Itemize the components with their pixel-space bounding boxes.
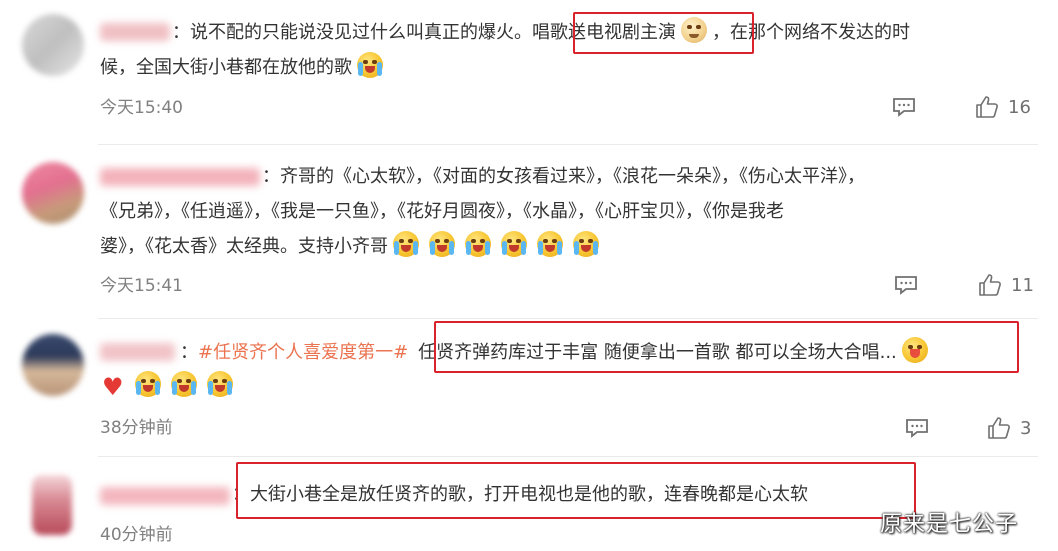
crying-laugh-emoji-icon [134, 371, 161, 397]
like-count: 16 [1008, 97, 1031, 118]
thumbs-up-icon [979, 274, 1001, 296]
comment-text-line: 婆》，《花太香》太经典。支持小齐哥 [100, 228, 1028, 265]
topic-link[interactable]: #任贤齐个人喜爱度第一# [198, 342, 408, 363]
like-count: 3 [1020, 418, 1032, 439]
like-count: 11 [1011, 275, 1034, 296]
reply-button[interactable] [892, 97, 916, 122]
divider [98, 318, 1038, 319]
crying-laugh-emoji-icon [170, 371, 197, 397]
comment-text-line: ♥ [102, 368, 1028, 406]
username-blurred[interactable] [100, 343, 175, 361]
comment-text-line: 候，全国大街小巷都在放他的歌 [100, 49, 1028, 86]
comment-text-part: 《兄弟》，《任逍遥》，《我是一只鱼》，《花好月圆夜》，《水晶》，《心肝宝贝》，《… [100, 201, 784, 222]
comment-text-part: ：说不配的只能说没见过什么叫真正的爆火。 [172, 22, 532, 43]
comment-text-part: 候，全国大街小巷都在放他的歌 [100, 57, 352, 78]
comment-icon [893, 98, 915, 117]
like-button[interactable] [978, 273, 1002, 302]
comment-separator: ： [180, 342, 198, 363]
crying-laugh-emoji-icon [465, 231, 491, 257]
username-blurred[interactable] [100, 168, 260, 186]
comment-text-part: 婆》，《花太香》太经典。支持小齐哥 [100, 236, 388, 257]
username-blurred[interactable] [100, 487, 230, 505]
comment-time: 今天15:40 [100, 98, 183, 118]
comment-text-part: ：齐哥的《心太软》，《对面的女孩看过来》，《浪花一朵朵》，《伤心太平洋》， [262, 166, 865, 187]
username-blurred[interactable] [100, 23, 170, 41]
comment-text-line: 《兄弟》，《任逍遥》，《我是一只鱼》，《花好月圆夜》，《水晶》，《心肝宝贝》，《… [100, 193, 1028, 230]
comment-icon [906, 419, 928, 438]
reply-button[interactable] [894, 275, 918, 300]
crying-laugh-emoji-icon [573, 231, 599, 257]
crying-laugh-emoji-icon [429, 231, 455, 257]
avatar[interactable] [32, 475, 72, 535]
comment-time: 40分钟前 [100, 525, 173, 545]
highlight-box [236, 462, 916, 519]
comment-text: ：齐哥的《心太软》，《对面的女孩看过来》，《浪花一朵朵》，《伤心太平洋》， [262, 158, 1028, 195]
crying-laugh-emoji-icon [393, 231, 419, 257]
like-button[interactable] [975, 95, 999, 124]
thumbs-up-icon [976, 96, 998, 118]
comment-time: 38分钟前 [100, 418, 173, 438]
highlight-box [573, 12, 754, 54]
like-button[interactable] [987, 416, 1011, 445]
red-heart-emoji-icon: ♥ [102, 373, 124, 401]
thumbs-up-icon [988, 417, 1010, 439]
watermark-text: 原来是七公子 [880, 512, 1019, 537]
crying-laugh-emoji-icon [357, 52, 383, 78]
divider [98, 456, 1038, 457]
avatar[interactable] [22, 334, 84, 396]
comment-time: 今天15:41 [100, 276, 183, 296]
avatar[interactable] [22, 162, 84, 224]
divider [98, 144, 1038, 145]
comment-icon [895, 276, 917, 295]
reply-button[interactable] [905, 418, 929, 443]
crying-laugh-emoji-icon [501, 231, 527, 257]
highlight-box [434, 321, 1019, 373]
crying-laugh-emoji-icon [537, 231, 563, 257]
crying-laugh-emoji-icon [206, 371, 233, 397]
avatar[interactable] [22, 14, 84, 76]
